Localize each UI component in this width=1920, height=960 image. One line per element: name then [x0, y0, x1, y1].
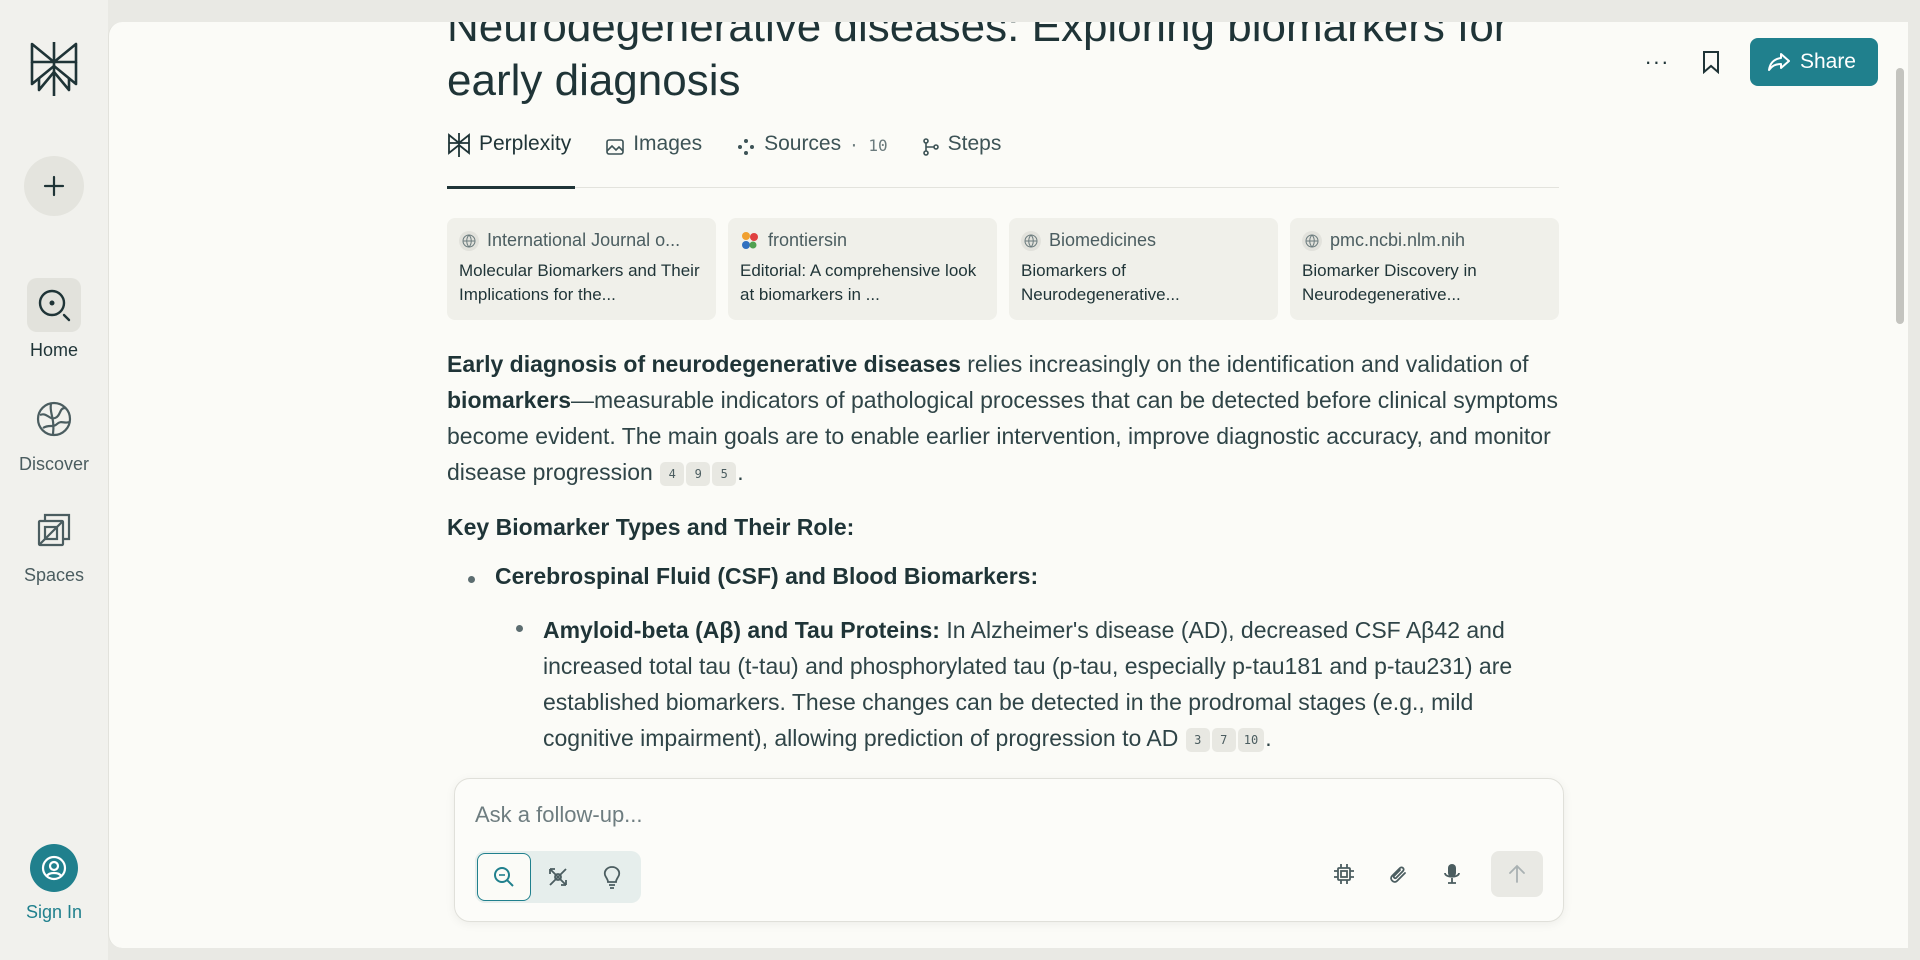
globe-icon — [36, 401, 72, 437]
avatar — [30, 844, 78, 892]
tab-label: Perplexity — [479, 132, 572, 155]
source-card[interactable]: Biomedicines Biomarkers of Neurodegenera… — [1009, 218, 1278, 320]
list-item: Amyloid-beta (Aβ) and Tau Proteins: In A… — [516, 612, 1559, 756]
research-icon — [549, 868, 567, 886]
home-search-icon — [38, 289, 71, 322]
answer-bold: biomarkers — [447, 387, 572, 413]
source-site: pmc.ncbi.nlm.nih — [1330, 230, 1466, 250]
model-select-button[interactable] — [1329, 859, 1359, 889]
tab-label: Sources — [764, 132, 842, 155]
sidebar-item-home[interactable]: Home — [0, 278, 108, 361]
share-label: Share — [1799, 50, 1856, 73]
source-site: frontiersin — [768, 230, 848, 250]
perplexity-logo-icon[interactable] — [27, 38, 81, 100]
source-card[interactable]: International Journal o... Molecular Bio… — [447, 218, 716, 320]
sidebar-item-spaces[interactable]: Spaces — [0, 503, 108, 586]
labs-mode-button[interactable] — [585, 853, 639, 901]
source-title: Biomarker Discovery in Neurodegenerative… — [1302, 261, 1477, 304]
section-heading: Key Biomarker Types and Their Role: — [447, 514, 855, 540]
source-card[interactable]: pmc.ncbi.nlm.nih Biomarker Discovery in … — [1290, 218, 1559, 320]
paperclip-icon — [1390, 866, 1406, 883]
list-item-bold: Amyloid-beta (Aβ) and Tau Proteins: — [543, 617, 940, 643]
chip-icon — [1334, 864, 1354, 884]
answer-text: —measurable indicators of pathological p… — [447, 387, 1558, 485]
sources-icon — [738, 139, 755, 155]
share-button[interactable]: Share — [1749, 38, 1878, 86]
plus-icon — [43, 175, 65, 197]
attach-button[interactable] — [1383, 859, 1413, 889]
source-site: International Journal o... — [487, 230, 681, 250]
thread-actions: ··· Share — [1642, 38, 1878, 86]
sidebar-item-label: Discover — [18, 454, 89, 474]
tab-sources[interactable]: Sources · 10 — [736, 128, 888, 188]
follow-up-composer — [454, 778, 1564, 922]
source-card[interactable]: frontiersin Editorial: A comprehensive l… — [728, 218, 997, 320]
thread-content: Neurodegenerative diseases: Exploring bi… — [447, 22, 1559, 756]
source-cards: International Journal o... Molecular Bio… — [447, 218, 1559, 320]
composer-tools — [1329, 851, 1543, 897]
citation-badge[interactable]: 7 — [1211, 728, 1236, 752]
globe-icon — [1021, 230, 1041, 251]
citation-badge[interactable]: 3 — [1185, 728, 1210, 752]
tab-label: Steps — [947, 132, 1002, 155]
spaces-icon — [37, 513, 71, 547]
sources-count: · 10 — [849, 136, 888, 155]
page-title: Neurodegenerative diseases: Exploring bi… — [447, 22, 1509, 105]
source-title: Biomarkers of Neurodegenerative... — [1021, 261, 1180, 304]
source-title: Editorial: A comprehensive look at bioma… — [740, 261, 977, 304]
search-icon — [494, 867, 514, 887]
source-site: Biomedicines — [1049, 230, 1157, 250]
share-icon — [1767, 53, 1790, 71]
sign-in-label: Sign In — [25, 902, 83, 922]
globe-icon — [1302, 230, 1322, 251]
lightbulb-icon — [603, 866, 621, 889]
scrollbar[interactable] — [1896, 68, 1904, 324]
globe-icon — [459, 230, 479, 251]
tab-label: Images — [633, 132, 703, 155]
frontiers-logo-icon — [740, 231, 760, 251]
more-options-button[interactable]: ··· — [1642, 47, 1672, 77]
sidebar-item-label: Home — [29, 340, 78, 360]
sidebar: Home Discover Spaces Sign In — [0, 0, 108, 960]
citation-badge[interactable]: 9 — [686, 462, 711, 486]
answer-bold: Early diagnosis of neurodegenerative dis… — [447, 351, 961, 377]
sidebar-item-discover[interactable]: Discover — [0, 392, 108, 475]
sidebar-item-label: Spaces — [23, 565, 85, 585]
search-mode-button[interactable] — [477, 853, 531, 901]
arrow-up-icon — [1509, 864, 1525, 883]
steps-icon — [922, 138, 939, 156]
perplexity-icon — [448, 133, 470, 157]
thread-tabs: Perplexity Images Sources · 10 Steps — [447, 128, 1559, 189]
citation-badge[interactable]: 5 — [712, 462, 737, 486]
citation-badge[interactable]: 4 — [660, 462, 685, 486]
citation-badge[interactable]: 10 — [1237, 728, 1265, 752]
answer-paragraph: Early diagnosis of neurodegenerative dis… — [447, 351, 1558, 486]
tab-steps[interactable]: Steps — [922, 128, 1002, 188]
tab-perplexity[interactable]: Perplexity — [447, 128, 576, 189]
tab-images[interactable]: Images — [605, 128, 702, 188]
bookmark-icon — [1702, 51, 1719, 74]
research-mode-button[interactable] — [531, 853, 585, 901]
list-item: Cerebrospinal Fluid (CSF) and Blood Biom… — [468, 563, 1559, 590]
user-icon — [41, 855, 67, 881]
submit-button[interactable] — [1491, 851, 1543, 897]
search-mode-selector — [475, 851, 641, 903]
more-icon: ··· — [1644, 49, 1670, 74]
source-title: Molecular Biomarkers and Their Implicati… — [459, 261, 700, 304]
answer-text: relies increasingly on the identificatio… — [960, 351, 1529, 377]
main-panel: ··· Share Neurodegenerative diseases: Ex… — [108, 22, 1908, 948]
new-thread-button[interactable] — [24, 156, 84, 216]
image-icon — [606, 139, 625, 155]
bookmark-button[interactable] — [1696, 47, 1726, 77]
sign-in-button[interactable]: Sign In — [0, 844, 108, 923]
microphone-icon — [1444, 864, 1460, 884]
voice-input-button[interactable] — [1437, 859, 1467, 889]
follow-up-input[interactable] — [475, 795, 1535, 835]
